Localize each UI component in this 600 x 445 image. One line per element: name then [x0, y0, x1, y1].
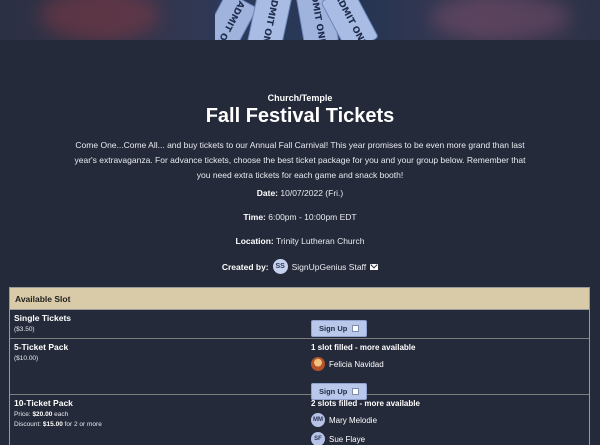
- time-value: 6:00pm - 10:00pm EDT: [268, 212, 357, 222]
- table-row: 5-Ticket Pack ($10.00) 1 slot filled - m…: [10, 339, 589, 400]
- event-description: Come One...Come All... and buy tickets t…: [74, 140, 526, 180]
- envelope-icon[interactable]: [370, 263, 379, 270]
- participant-avatar: [311, 357, 325, 371]
- slot-status: 2 slots filled - more available: [311, 399, 420, 408]
- category-label: Church/Temple: [267, 93, 333, 103]
- participant: MM Mary Melodie: [311, 413, 420, 427]
- location-label: Location:: [235, 236, 274, 246]
- created-by: Created by: SS SignUpGenius Staff: [0, 259, 600, 274]
- checkbox-icon[interactable]: [352, 388, 360, 395]
- slot-name: 10-Ticket Pack: [14, 398, 73, 408]
- date-label: Date:: [256, 188, 279, 198]
- tickets-illustration: ADMIT ONE ADMIT ONE ADMIT ONE ADMIT ONE: [215, 0, 378, 40]
- time-label: Time:: [243, 212, 266, 222]
- signup-button[interactable]: Sign Up: [311, 320, 368, 337]
- header-banner: ADMIT ONE ADMIT ONE ADMIT ONE ADMIT ONE: [0, 0, 600, 40]
- table-row: 10-Ticket Pack Price: $20.00 each Discou…: [10, 395, 589, 445]
- slot-price: ($3.50): [14, 326, 35, 333]
- checkbox-icon[interactable]: [352, 325, 360, 332]
- slot-price: ($10.00): [14, 355, 39, 362]
- table-header: Available Slot: [10, 288, 589, 310]
- event-date: Date: 10/07/2022 (Fri.): [0, 188, 600, 198]
- event-time: Time: 6:00pm - 10:00pm EDT: [0, 212, 600, 222]
- location-value: Trinity Lutheran Church: [275, 236, 365, 246]
- participant-name: Felicia Navidad: [329, 359, 384, 369]
- slot-name: 5-Ticket Pack: [14, 342, 69, 352]
- participant: Felicia Navidad: [311, 357, 415, 371]
- created-label: Created by:: [221, 261, 269, 272]
- participant: SF Sue Flaye: [311, 432, 420, 445]
- date-value: 10/07/2022 (Fri.): [280, 188, 344, 198]
- event-location: Location: Trinity Lutheran Church: [0, 236, 600, 246]
- table-row: Single Tickets ($3.50) Sign Up: [10, 310, 589, 339]
- participant-name: Mary Melodie: [329, 415, 378, 425]
- participant-avatar: SF: [311, 432, 325, 445]
- slot-price: Price: $20.00 each: [14, 411, 69, 418]
- participant-avatar: MM: [311, 413, 325, 427]
- creator-avatar: SS: [272, 259, 288, 274]
- participant-name: Sue Flaye: [329, 434, 366, 444]
- creator-name[interactable]: SignUpGenius Staff: [292, 262, 367, 272]
- slot-discount: Discount: $15.00 for 2 or more: [14, 421, 102, 428]
- slots-table: Available Slot Single Tickets ($3.50) Si…: [9, 287, 590, 445]
- page-title: Fall Festival Tickets: [205, 105, 395, 127]
- slot-status: 1 slot filled - more available: [311, 343, 416, 352]
- slot-name: Single Tickets: [14, 313, 72, 323]
- signup-label: Sign Up: [319, 324, 348, 333]
